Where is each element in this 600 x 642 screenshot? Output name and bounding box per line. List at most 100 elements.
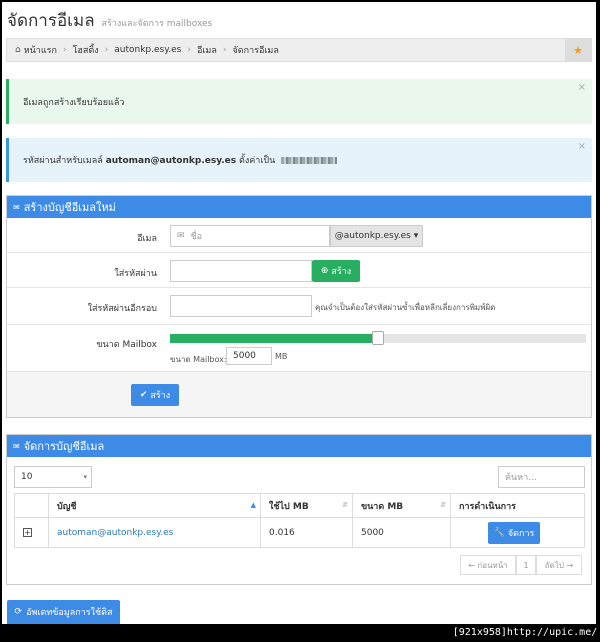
- plus-circle-icon: ⊕: [320, 266, 329, 276]
- used-cell: 0.016: [260, 517, 353, 548]
- breadcrumb-email[interactable]: อีเมล: [197, 43, 217, 57]
- column-actions-label: การดำเนินการ: [459, 501, 516, 512]
- panel-title: สร้างบัญชีอีเมลใหม่: [23, 201, 116, 214]
- sort-icon: ⇵: [440, 501, 446, 509]
- envelope-icon: ✉: [13, 202, 20, 212]
- redacted-password: [281, 157, 338, 164]
- manage-button-label: จัดการ: [507, 528, 535, 539]
- breadcrumb-separator: ›: [222, 45, 227, 55]
- info-suffix: ตั้งค่าเป็น: [239, 156, 276, 166]
- column-size[interactable]: ขนาด MB ⇵: [352, 493, 451, 518]
- page-number-button[interactable]: 1: [516, 555, 536, 575]
- mailbox-row: ขนาด Mailbox ขนาด Mailbox: 5000 MB: [7, 325, 591, 371]
- screenshot-frame: จัดการอีเมล สร้างและจัดการ mailboxes ⌂ ห…: [0, 0, 600, 642]
- slider-fill: [170, 334, 378, 343]
- expand-column-header: [14, 493, 49, 518]
- column-size-label: ขนาด MB: [361, 501, 404, 512]
- search-input[interactable]: ค้นหา...: [498, 466, 585, 488]
- slider-handle[interactable]: [372, 331, 384, 345]
- page: จัดการอีเมล สร้างและจัดการ mailboxes ⌂ ห…: [2, 2, 596, 624]
- close-icon[interactable]: ×: [578, 82, 586, 93]
- refresh-icon: ⟳: [14, 607, 23, 617]
- create-account-button[interactable]: ✔ สร้าง: [131, 384, 179, 406]
- success-message: อีเมลถูกสร้างเรียบร้อยแล้ว: [23, 97, 125, 108]
- password-input[interactable]: [170, 260, 312, 282]
- success-alert: อีเมลถูกสร้างเรียบร้อยแล้ว ×: [6, 79, 592, 124]
- breadcrumb-separator: ›: [187, 45, 191, 55]
- email-placeholder: ชื่อ: [190, 232, 203, 242]
- expand-row-icon[interactable]: +: [23, 527, 32, 537]
- pagination: ← ก่อนหน้า 1 ถัดไป →: [460, 555, 582, 575]
- info-message: รหัสผ่านสำหรับเมลล์ automan@autonkp.esy.…: [23, 153, 338, 167]
- confirm-password-input[interactable]: [170, 295, 312, 317]
- expand-cell: +: [14, 517, 49, 548]
- favorite-star-icon[interactable]: ★: [565, 39, 591, 61]
- check-icon: ✔: [139, 390, 148, 400]
- manage-accounts-panel: ✉ จัดการบัญชีอีเมล 10 ▾ ค้นหา... บัญชี ▲ …: [6, 434, 592, 585]
- breadcrumb: ⌂ หน้าแรก › โฮสติ้ง › autonkp.esy.es › อ…: [6, 38, 592, 62]
- mailbox-label: ขนาด Mailbox: [96, 340, 157, 350]
- envelope-icon: ✉: [13, 441, 20, 451]
- page-subtitle: สร้างและจัดการ mailboxes: [101, 19, 213, 29]
- domain-select[interactable]: @autonkp.esy.es ▾: [330, 225, 423, 247]
- form-footer: ✔ สร้าง: [7, 371, 591, 417]
- submit-label: สร้าง: [150, 391, 171, 401]
- size-cell: 5000: [352, 517, 451, 548]
- create-account-panel: ✉ สร้างบัญชีอีเมลใหม่ อีเมล ✉ ชื่อ @auto…: [6, 195, 592, 418]
- mailbox-slider[interactable]: [170, 331, 586, 345]
- generate-password-button[interactable]: ⊕ สร้าง: [312, 260, 360, 282]
- column-used[interactable]: ใช้ไป MB ⇵: [260, 493, 353, 518]
- breadcrumb-hosting[interactable]: โฮสติ้ง: [73, 43, 99, 57]
- column-account[interactable]: บัญชี ▲: [48, 493, 261, 518]
- wrench-icon: 🔧: [493, 527, 505, 538]
- breadcrumb-home[interactable]: หน้าแรก: [24, 43, 57, 57]
- page-size-select[interactable]: 10 ▾: [14, 466, 92, 488]
- accounts-table: บัญชี ▲ ใช้ไป MB ⇵ ขนาด MB ⇵ การดำเนินการ +…: [14, 493, 585, 548]
- breadcrumb-separator: ›: [62, 45, 67, 55]
- generate-button-label: สร้าง: [331, 267, 352, 277]
- info-prefix: รหัสผ่านสำหรับเมลล์: [23, 156, 103, 166]
- breadcrumb-domain[interactable]: autonkp.esy.es: [114, 45, 181, 55]
- info-alert: รหัสผ่านสำหรับเมลล์ automan@autonkp.esy.…: [6, 138, 592, 182]
- page-header: จัดการอีเมล สร้างและจัดการ mailboxes: [7, 7, 212, 34]
- breadcrumb-separator: ›: [104, 45, 109, 55]
- confirm-password-row: ใส่รหัสผ่านอีกรอบ คุณจำเป็นต้องใส่รหัสผ่…: [7, 288, 591, 325]
- update-button-label: อัพเดทข้อมูลการใช้ดิส: [26, 608, 113, 618]
- envelope-icon: ✉: [177, 231, 185, 241]
- page-title: จัดการอีเมล: [7, 11, 95, 31]
- mailbox-size-unit: MB: [275, 352, 288, 361]
- panel-title: จัดการบัญชีอีเมล: [23, 440, 105, 453]
- confirm-hint: คุณจำเป็นต้องใส่รหัสผ่านซ้ำเพื่อหลีกเลี่…: [315, 303, 496, 312]
- page-size-value: 10: [21, 472, 33, 482]
- password-label: ใส่รหัสผ่าน: [114, 269, 157, 279]
- action-cell: 🔧 จัดการ: [450, 517, 585, 548]
- update-disk-usage-button[interactable]: ⟳ อัพเดทข้อมูลการใช้ดิส: [7, 600, 120, 624]
- column-used-label: ใช้ไป MB: [269, 501, 309, 512]
- email-row: อีเมล ✉ ชื่อ @autonkp.esy.es ▾: [7, 218, 591, 253]
- watermark: [921x958]http://upic.me/: [452, 625, 598, 640]
- column-account-label: บัญชี: [57, 501, 77, 512]
- column-actions: การดำเนินการ: [450, 493, 585, 518]
- panel-header: ✉ จัดการบัญชีอีเมล: [7, 435, 591, 457]
- mailbox-size-label: ขนาด Mailbox:: [170, 355, 227, 364]
- caret-down-icon: ▾: [83, 473, 87, 481]
- password-row: ใส่รหัสผ่าน ⊕ สร้าง: [7, 253, 591, 288]
- table-row: + automan@autonkp.esy.es 0.016 5000 🔧 จั…: [14, 517, 585, 548]
- home-icon: ⌂: [15, 45, 21, 55]
- email-name-input[interactable]: ✉ ชื่อ: [170, 225, 330, 247]
- sort-icon: ⇵: [342, 501, 348, 509]
- info-email: automan@autonkp.esy.es: [105, 156, 237, 166]
- confirm-label: ใส่รหัสผ่านอีกรอบ: [87, 304, 157, 314]
- breadcrumb-current: จัดการอีเมล: [232, 46, 279, 56]
- account-link[interactable]: automan@autonkp.esy.es: [57, 528, 173, 538]
- sort-asc-icon: ▲: [250, 501, 256, 509]
- next-page-button[interactable]: ถัดไป →: [536, 555, 582, 575]
- prev-page-button[interactable]: ← ก่อนหน้า: [460, 555, 516, 575]
- account-cell: automan@autonkp.esy.es: [48, 517, 261, 548]
- email-label: อีเมล: [137, 234, 157, 244]
- close-icon[interactable]: ×: [578, 141, 586, 152]
- panel-header: ✉ สร้างบัญชีอีเมลใหม่: [7, 196, 591, 218]
- mailbox-size-input[interactable]: 5000: [226, 347, 272, 365]
- table-header-row: บัญชี ▲ ใช้ไป MB ⇵ ขนาด MB ⇵ การดำเนินการ: [14, 493, 585, 518]
- manage-account-button[interactable]: 🔧 จัดการ: [488, 521, 540, 544]
